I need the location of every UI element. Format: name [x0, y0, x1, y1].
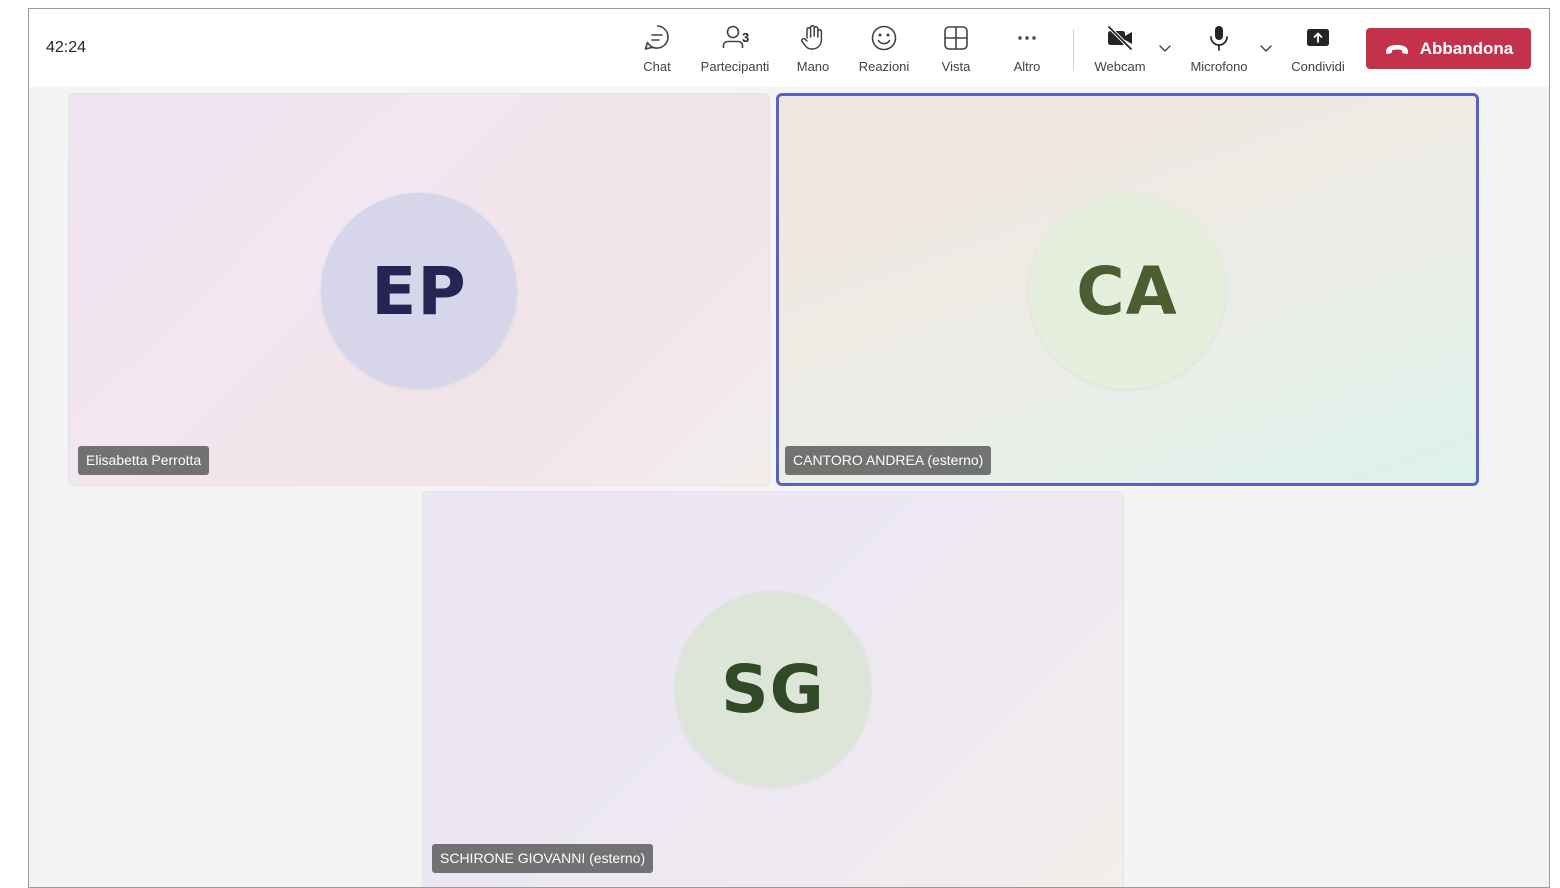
- avatar: CA: [1029, 193, 1225, 389]
- microphone-button[interactable]: Microfono: [1179, 23, 1259, 79]
- chat-label: Chat: [643, 59, 671, 74]
- microphone-options-chevron-down-icon[interactable]: [1258, 43, 1274, 55]
- participants-button[interactable]: 3 Partecipanti: [695, 23, 775, 79]
- share-screen-icon: [1307, 29, 1329, 46]
- meeting-timer: 42:24: [46, 39, 87, 56]
- participant-tile-sg[interactable]: SG SCHIRONE GIOVANNI (esterno): [422, 491, 1124, 887]
- webcam-label: Webcam: [1094, 59, 1146, 74]
- participant-name-label: Elisabetta Perrotta: [78, 446, 210, 475]
- chat-button[interactable]: Chat: [617, 23, 697, 79]
- reactions-button[interactable]: Reazioni: [844, 23, 924, 79]
- more-button[interactable]: Altro: [987, 23, 1067, 79]
- participant-tile-ep[interactable]: EP Elisabetta Perrotta: [68, 93, 770, 486]
- avatar: SG: [675, 591, 871, 787]
- microphone-label: Microfono: [1190, 59, 1248, 74]
- more-icon: [1018, 36, 1036, 40]
- participant-tile-ca[interactable]: CA CANTORO ANDREA (esterno): [776, 93, 1479, 486]
- reactions-label: Reazioni: [858, 59, 910, 74]
- meeting-window: 42:24 Chat 3 Partecipanti Mano Reazioni …: [28, 8, 1550, 888]
- meeting-toolbar: 42:24 Chat 3 Partecipanti Mano Reazioni …: [29, 9, 1549, 87]
- raise-hand-icon: [800, 24, 823, 50]
- raise-hand-label: Mano: [796, 59, 830, 74]
- raise-hand-button[interactable]: Mano: [773, 23, 853, 79]
- chat-icon: [644, 25, 669, 50]
- toolbar-divider: [1073, 29, 1074, 71]
- leave-label: Abbandona: [1419, 38, 1514, 58]
- more-label: Altro: [1013, 59, 1041, 74]
- share-label: Condividi: [1291, 59, 1345, 74]
- smiley-icon: [871, 25, 897, 51]
- grid-view-icon: [944, 26, 968, 50]
- leave-button[interactable]: Abbandona: [1366, 28, 1531, 69]
- participants-count: 3: [742, 30, 750, 45]
- participants-label: Partecipanti: [700, 59, 770, 74]
- view-label: Vista: [941, 59, 971, 74]
- webcam-options-chevron-down-icon[interactable]: [1157, 43, 1173, 55]
- share-button[interactable]: Condividi: [1278, 23, 1358, 79]
- avatar: EP: [321, 193, 517, 389]
- webcam-button[interactable]: Webcam: [1080, 23, 1160, 79]
- microphone-icon: [1210, 26, 1228, 51]
- participant-name-label: SCHIRONE GIOVANNI (esterno): [432, 844, 654, 873]
- participant-name-label: CANTORO ANDREA (esterno): [785, 446, 992, 475]
- view-button[interactable]: Vista: [916, 23, 996, 79]
- hang-up-icon: [1385, 44, 1408, 54]
- camera-off-icon: [1107, 25, 1133, 51]
